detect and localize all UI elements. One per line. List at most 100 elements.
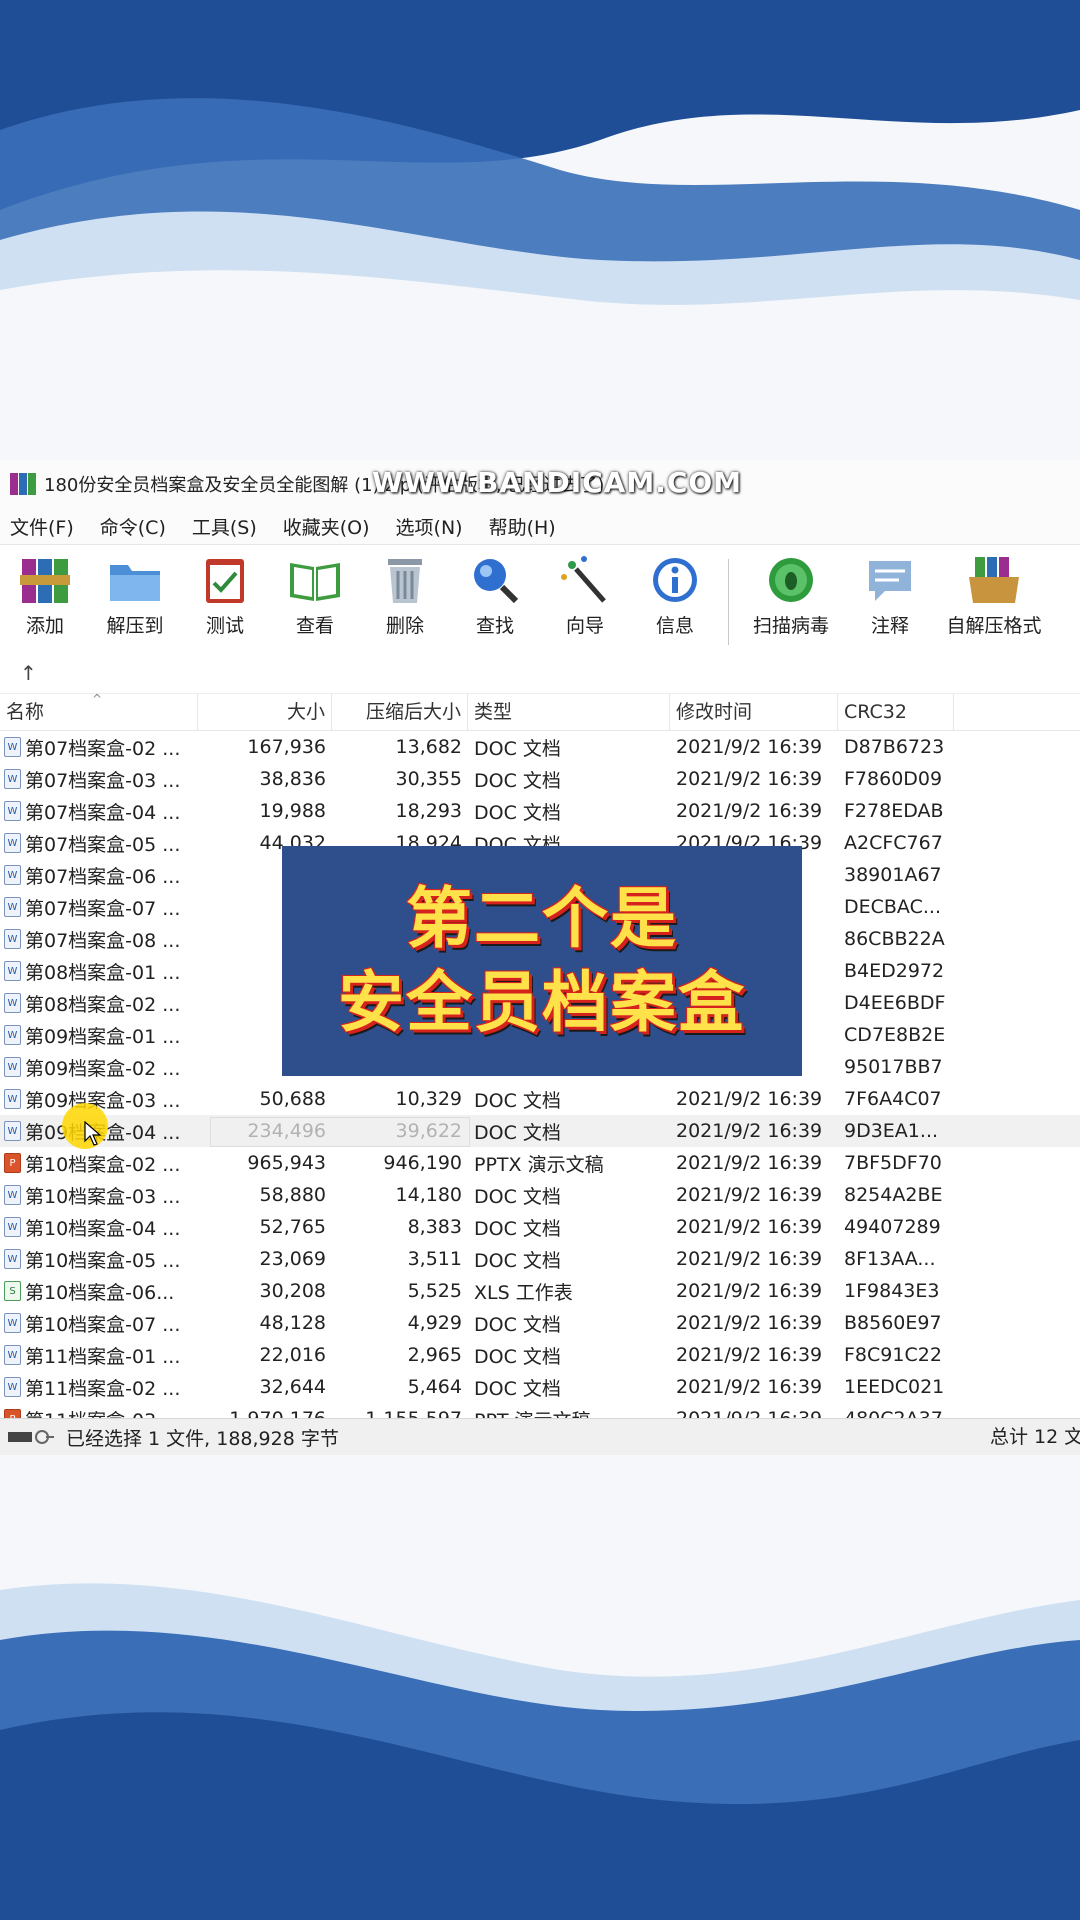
file-name-cell: P 第10档案盒-02 ... (0, 1150, 198, 1177)
file-packed-cell: 30,355 (395, 768, 462, 790)
file-row[interactable]: W 第07档案盒-03 ... 38,836 30,355 DOC 文档 2021/9/2… (0, 763, 1080, 795)
file-packed-cell: 4,929 (407, 1312, 462, 1334)
file-name-text: 第11档案盒-01 ... (25, 1345, 181, 1368)
file-type-cell: XLS 工作表 (474, 1281, 573, 1304)
file-row[interactable]: W 第07档案盒-04 ... 19,988 18,293 DOC 文档 2021/9/2… (0, 795, 1080, 827)
file-name-text: 第07档案盒-08 ... (25, 929, 181, 952)
test-label: 测试 (205, 615, 244, 637)
title-bar: 180份安全员档案盒及安全员全能图解 (1).zip (评估版本, 已经过去了)… (0, 460, 1080, 508)
file-crc-cell: 1F9843E3 (844, 1280, 940, 1302)
menu-tools[interactable]: 工具(S) (192, 513, 257, 540)
file-packed-cell: 5,525 (407, 1280, 462, 1302)
bottom-wave-decoration (0, 1560, 1080, 1920)
file-name-cell: W 第10档案盒-03 ... (0, 1182, 198, 1209)
file-packed-cell: 14,180 (395, 1184, 462, 1206)
menu-file[interactable]: 文件(F) (10, 513, 74, 540)
file-modified-cell: 2021/9/2 16:39 (676, 1376, 823, 1398)
file-name-cell: W 第07档案盒-08 ... (0, 926, 198, 953)
file-type-cell: DOC 文档 (474, 1313, 561, 1336)
doc-file-icon: W (4, 1313, 21, 1333)
column-modified[interactable]: 修改时间 (670, 694, 838, 730)
view-button[interactable]: 查看 (270, 553, 360, 638)
sfx-button[interactable]: 自解压格式 (935, 553, 1053, 638)
doc-file-icon: W (4, 833, 21, 853)
find-button[interactable]: 查找 (450, 553, 540, 638)
view-label: 查看 (295, 615, 334, 637)
file-name-cell: W 第11档案盒-01 ... (0, 1342, 198, 1369)
file-crc-cell: 9D3EA1... (844, 1120, 939, 1142)
column-packed-size[interactable]: 压缩后大小 (332, 694, 468, 730)
trash-icon (388, 559, 422, 603)
file-modified-cell: 2021/9/2 16:39 (676, 1216, 823, 1238)
extract-to-label: 解压到 (106, 615, 164, 637)
wizard-button[interactable]: 向导 (540, 553, 630, 638)
file-row[interactable]: W 第10档案盒-03 ... 58,880 14,180 DOC 文档 2021/9/2… (0, 1179, 1080, 1211)
file-type-cell: DOC 文档 (474, 737, 561, 760)
file-row[interactable]: P 第10档案盒-02 ... 965,943 946,190 PPTX 演示文稿 202… (0, 1147, 1080, 1179)
file-crc-cell: F278EDAB (844, 800, 944, 822)
file-crc-cell: 7F6A4C07 (844, 1088, 942, 1110)
file-name-text: 第11档案盒-02 ... (25, 1377, 181, 1400)
file-name-text: 第07档案盒-04 ... (25, 801, 181, 824)
menu-favorites[interactable]: 收藏夹(O) (283, 513, 370, 540)
wizard-wand-icon (561, 556, 606, 603)
file-row[interactable]: W 第10档案盒-05 ... 23,069 3,511 DOC 文档 2021/9/2 … (0, 1243, 1080, 1275)
path-bar: ↑ (0, 653, 1080, 693)
comment-button[interactable]: 注释 (845, 553, 935, 638)
file-row[interactable]: W 第09档案盒-03 ... 50,688 10,329 DOC 文档 2021/9/2… (0, 1083, 1080, 1115)
file-size-cell: 23,069 (259, 1248, 326, 1270)
column-type[interactable]: 类型 (468, 694, 670, 730)
menu-command[interactable]: 命令(C) (100, 513, 166, 540)
file-name-text: 第08档案盒-02 ... (25, 993, 181, 1016)
file-type-cell: DOC 文档 (474, 1185, 561, 1208)
file-modified-cell: 2021/9/2 16:39 (676, 1088, 823, 1110)
doc-file-icon: W (4, 1377, 21, 1397)
sfx-label: 自解压格式 (946, 615, 1042, 637)
virus-scan-button[interactable]: 扫描病毒 (737, 553, 845, 638)
sfx-box-icon (969, 557, 1019, 603)
file-crc-cell: F8C91C22 (844, 1344, 942, 1366)
column-crc32[interactable]: CRC32 (838, 694, 954, 730)
up-folder-button[interactable]: ↑ (20, 661, 37, 685)
file-name-cell: W 第09档案盒-02 ... (0, 1054, 198, 1081)
add-button[interactable]: 添加 (0, 553, 90, 638)
file-modified-cell: 2021/9/2 16:39 (676, 736, 823, 758)
caption-line-1: 第二个是 (406, 880, 678, 957)
caption-overlay: 第二个是 安全员档案盒 (282, 846, 802, 1076)
test-button[interactable]: 测试 (180, 553, 270, 638)
info-button[interactable]: 信息 (630, 553, 720, 638)
column-size[interactable]: 大小 (198, 694, 332, 730)
file-packed-cell: 8,383 (407, 1216, 462, 1238)
file-row[interactable]: W 第11档案盒-01 ... 22,016 2,965 DOC 文档 2021/9/2 … (0, 1339, 1080, 1371)
file-name-cell: P第11档案盒-03 (0, 1406, 198, 1420)
file-row[interactable]: W 第07档案盒-02 ... 167,936 13,682 DOC 文档 2021/9/… (0, 731, 1080, 763)
menu-help[interactable]: 帮助(H) (489, 513, 556, 540)
delete-button[interactable]: 删除 (360, 553, 450, 638)
file-modified-cell: 2021/9/2 16:39 (676, 1248, 823, 1270)
sort-ascending-icon: ^ (92, 692, 103, 706)
extract-to-button[interactable]: 解压到 (90, 553, 180, 638)
virus-scan-label: 扫描病毒 (752, 615, 829, 637)
file-list-header: ^ 名称 大小 压缩后大小 类型 修改时间 CRC32 (0, 692, 1080, 731)
file-name-text: 第11档案盒-03 (25, 1406, 156, 1420)
file-name-text: 第10档案盒-06... (25, 1281, 175, 1304)
file-row[interactable]: W第09档案盒-04 ...234,49639,622DOC 文档2021/9/… (0, 1115, 1080, 1147)
file-row[interactable]: P第11档案盒-031,970,1761,155,597PPT 演示文稿2021… (0, 1403, 1080, 1419)
menu-options[interactable]: 选项(N) (396, 513, 463, 540)
file-crc-cell: 49407289 (844, 1216, 941, 1238)
file-type-cell: DOC 文档 (474, 1377, 561, 1400)
file-type-cell: DOC 文档 (474, 1249, 561, 1272)
file-crc-cell: 38901A67 (844, 864, 942, 886)
file-row[interactable]: W 第11档案盒-02 ... 32,644 5,464 DOC 文档 2021/9/2 … (0, 1371, 1080, 1403)
status-selected: 已经选择 1 文件, 188,928 字节 (66, 1427, 339, 1450)
toolbar: 添加 解压到 测试 查看 删除 查找 向导 信息 扫描病毒 注释 自解压格式 (0, 545, 1080, 653)
file-crc-cell: B4ED2972 (844, 960, 945, 982)
file-packed-cell: 5,464 (407, 1376, 462, 1398)
file-name-text: 第09档案盒-01 ... (25, 1025, 181, 1048)
file-crc-cell: CD7E8B2E (844, 1024, 946, 1046)
file-row[interactable]: S 第10档案盒-06... 30,208 5,525 XLS 工作表 2021/9/2 … (0, 1275, 1080, 1307)
file-row[interactable]: W 第10档案盒-04 ... 52,765 8,383 DOC 文档 2021/9/2 … (0, 1211, 1080, 1243)
file-modified-cell: 2021/9/2 16:39 (676, 800, 823, 822)
file-row[interactable]: W 第10档案盒-07 ... 48,128 4,929 DOC 文档 2021/9/2 … (0, 1307, 1080, 1339)
file-modified-cell: 2021/9/2 16:39 (676, 1344, 823, 1366)
